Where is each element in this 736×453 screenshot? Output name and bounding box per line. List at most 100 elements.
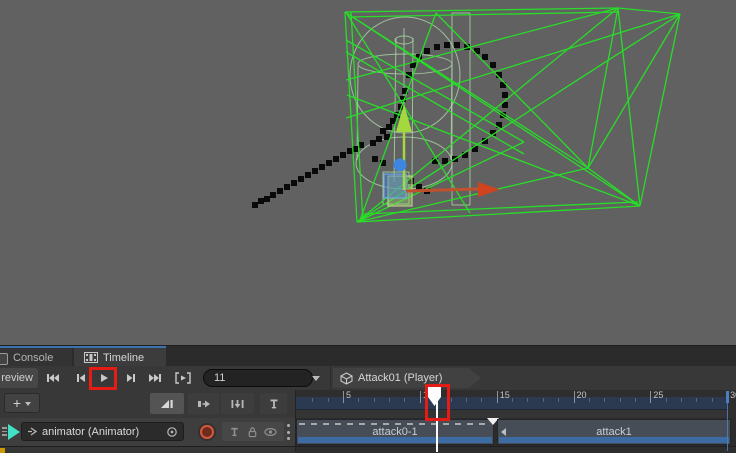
gizmo-plane-handle-blue[interactable] — [384, 174, 406, 198]
trajectory-dot — [482, 54, 488, 60]
next-frame-icon — [125, 372, 137, 384]
trajectory-dot — [442, 158, 448, 164]
trajectory-dot — [444, 42, 450, 48]
z-axis-ball[interactable] — [394, 159, 407, 172]
ruler-tick — [358, 398, 359, 402]
trajectory-dot — [277, 188, 283, 194]
cube-icon — [340, 372, 353, 385]
navmesh-wireframe-line — [346, 40, 524, 142]
trajectory-dot — [298, 176, 304, 182]
ruler-tick — [328, 398, 329, 402]
track-drag-handle-icon — [2, 427, 7, 437]
replace-mode-icon — [230, 398, 245, 410]
ruler-tick — [558, 398, 559, 402]
pin-icon[interactable] — [229, 426, 240, 438]
clips-area: attack0-1attack1 — [296, 418, 736, 446]
next-frame-button[interactable] — [120, 369, 142, 387]
prefab-arrow-icon — [27, 426, 38, 437]
ripple-mode-icon — [196, 398, 211, 410]
plus-icon: + — [13, 396, 21, 410]
trajectory-dot — [454, 42, 460, 48]
ruler-tick — [512, 398, 513, 402]
scene-view[interactable] — [0, 0, 736, 345]
object-picker-icon[interactable] — [166, 426, 178, 438]
annotation-highlight-box — [425, 384, 450, 421]
trajectory-dot — [270, 192, 276, 198]
preview-toggle-button[interactable]: review — [0, 368, 38, 388]
timeline-clip[interactable]: attack1 — [497, 419, 731, 445]
trajectory-dot — [380, 128, 386, 134]
ruler-tick — [466, 398, 467, 402]
trajectory-dot — [372, 156, 378, 162]
tab-timeline-label: Timeline — [103, 352, 144, 364]
ruler-tick-label: 20 — [577, 390, 587, 400]
trajectory-dot — [326, 160, 332, 166]
ruler-tick — [589, 398, 590, 402]
clip-progress-bar — [298, 437, 492, 443]
ruler-tick — [451, 398, 452, 402]
marker-toggle-button[interactable] — [260, 393, 287, 414]
toolbar-separator — [330, 366, 331, 390]
ruler-tick-label: 15 — [500, 390, 510, 400]
timeline-ruler[interactable]: 51015202530 — [296, 390, 736, 418]
ruler-tick — [389, 398, 390, 402]
navmesh-wireframe-line — [345, 12, 588, 168]
go-to-end-button[interactable] — [144, 369, 166, 387]
previous-frame-icon — [75, 372, 87, 384]
animator-track-label: animator (Animator) — [42, 426, 139, 438]
eye-icon[interactable] — [264, 426, 277, 438]
record-icon — [197, 422, 217, 442]
replace-mode-button[interactable] — [221, 393, 254, 414]
x-axis-line[interactable] — [406, 189, 479, 191]
ruler-tick — [666, 398, 667, 402]
record-button[interactable] — [197, 422, 217, 442]
breadcrumb[interactable]: Attack01 (Player) — [333, 368, 481, 388]
ruler-tick — [604, 398, 605, 402]
navmesh-wireframe-line — [640, 14, 680, 206]
go-to-start-button[interactable] — [42, 369, 64, 387]
mix-mode-button[interactable] — [150, 393, 184, 414]
navmesh-wireframe-line — [349, 12, 618, 17]
lock-icon[interactable] — [247, 426, 258, 438]
x-axis-arrow[interactable] — [478, 182, 500, 197]
add-track-button[interactable]: + — [4, 393, 40, 413]
trajectory-dot — [502, 92, 508, 98]
corner-marker — [0, 448, 5, 453]
trajectory-dot — [376, 136, 382, 142]
track-menu-kebab-icon[interactable] — [287, 424, 290, 440]
ruler-tick — [650, 391, 651, 403]
ruler-tick-label: 5 — [346, 390, 351, 400]
tab-console[interactable]: Console — [0, 348, 72, 367]
ruler-tick — [635, 398, 636, 402]
frame-dropdown-caret[interactable] — [312, 376, 320, 385]
trajectory-dot — [284, 184, 290, 190]
panel-divider — [295, 390, 296, 452]
play-range-button[interactable] — [171, 369, 195, 387]
ruler-lower-strip — [296, 410, 727, 418]
ruler-tick — [404, 398, 405, 402]
ruler-tick — [681, 398, 682, 402]
clip-dashed-line — [299, 423, 491, 425]
navmesh-wireframe-line — [618, 8, 680, 14]
tab-console-label: Console — [13, 352, 53, 364]
chevron-down-icon — [25, 402, 31, 409]
trajectory-dot — [424, 48, 430, 54]
animator-track-row: animator (Animator) attack0-1attack1 — [0, 418, 736, 446]
ruler-tick-label: 30 — [730, 390, 736, 400]
frame-number-field[interactable] — [203, 369, 313, 387]
ruler-tick — [696, 398, 697, 402]
trajectory-dot — [434, 44, 440, 50]
timeline-clip[interactable]: attack0-1 — [296, 419, 494, 445]
tab-timeline[interactable]: Timeline — [74, 348, 166, 367]
trajectory-dot — [305, 172, 311, 178]
marker-toggle-icon — [268, 398, 280, 410]
track-options-row: + 51015202530 — [0, 390, 736, 418]
ruler-tick — [543, 398, 544, 402]
trajectory-dot — [252, 202, 258, 208]
console-icon — [0, 353, 8, 365]
animator-object-field[interactable]: animator (Animator) — [21, 422, 184, 441]
play-range-icon — [174, 372, 192, 384]
trajectory-dot — [370, 140, 376, 146]
ripple-mode-button[interactable] — [188, 393, 219, 414]
bottom-strip-left — [0, 447, 296, 453]
